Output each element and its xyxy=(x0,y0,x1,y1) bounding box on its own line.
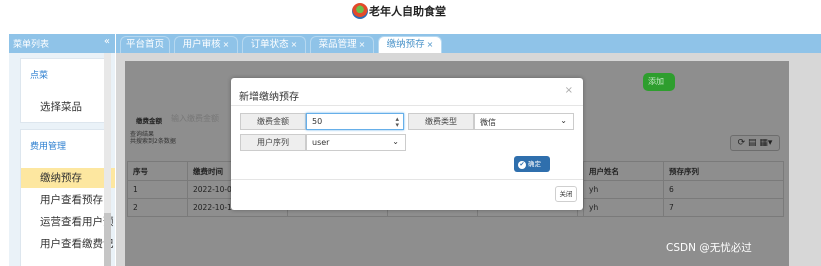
sidebar-item-user-view-payments[interactable]: 用户查看缴费记 xyxy=(21,234,115,254)
confirm-label: 确定 xyxy=(528,160,541,168)
modal-title: 新增缴纳预存 xyxy=(239,92,299,103)
add-deposit-modal: 新增缴纳预存 × 缴费金额 50 ▴ ▾ 缴费类型 微信 ⌄ 用户序列 user … xyxy=(231,78,583,210)
table-cell: yh xyxy=(583,180,664,199)
sidebar-item-ops-view-user-deposit[interactable]: 运营查看用户预 xyxy=(21,212,115,232)
column-header[interactable]: 序号 xyxy=(127,161,188,181)
column-header[interactable]: 预存序列 xyxy=(663,161,784,181)
type-value: 微信 xyxy=(480,118,496,127)
table-cell: 6 xyxy=(663,180,784,199)
tab-home[interactable]: 平台首页 xyxy=(120,36,170,53)
scrollbar-thumb[interactable] xyxy=(104,213,111,266)
table-toolbar[interactable]: ⟳ ▤ ▦▾ xyxy=(730,135,780,151)
check-icon: ✔ xyxy=(518,161,526,169)
confirm-button[interactable]: ✔ 确定 xyxy=(514,156,550,172)
canteen-logo-icon xyxy=(352,3,368,19)
tab-order-status[interactable]: 订单状态 × xyxy=(242,36,306,53)
tab-bar: 平台首页 用户审核 × 订单状态 × 菜品管理 × 缴纳预存 × xyxy=(116,34,821,53)
tab-user-review[interactable]: 用户审核 × xyxy=(174,36,238,53)
chevron-down-icon: ⌄ xyxy=(392,137,399,146)
amount-input[interactable]: 50 ▴ ▾ xyxy=(306,113,404,130)
search-label: 缴费金额 xyxy=(136,117,162,125)
close-icon[interactable]: × xyxy=(223,40,230,49)
column-header[interactable]: 用户姓名 xyxy=(583,161,664,181)
sequence-select[interactable]: user ⌄ xyxy=(306,134,406,151)
sidebar-item-choose-dish[interactable]: 选择菜品 xyxy=(21,97,115,117)
menu-group-title[interactable]: 点菜 xyxy=(30,68,48,81)
table-cell: 7 xyxy=(663,198,784,217)
tab-pay-deposit[interactable]: 缴纳预存 × xyxy=(378,36,442,53)
menu-group-ordering: 点菜 选择菜品 xyxy=(20,58,105,123)
menu-group-fees: 费用管理 缴纳预存 用户查看预存 运营查看用户预 用户查看缴费记 xyxy=(20,129,115,266)
type-label: 缴费类型 xyxy=(408,113,474,130)
spinner-icon[interactable]: ▴ ▾ xyxy=(395,116,399,129)
watermark: CSDN @无忧必过 xyxy=(666,242,752,254)
chevron-down-icon: ⌄ xyxy=(560,116,567,125)
sidebar: 点菜 选择菜品 费用管理 缴纳预存 用户查看预存 运营查看用户预 用户查看缴费记 xyxy=(9,53,115,266)
collapse-sidebar-button[interactable]: « xyxy=(104,36,110,47)
table-cell: 1 xyxy=(127,180,188,199)
close-icon[interactable]: × xyxy=(359,40,366,49)
table-cell: yh xyxy=(583,198,664,217)
amount-value: 50 xyxy=(312,117,323,126)
sidebar-header: 菜单列表 « xyxy=(9,34,115,53)
sidebar-item-pay-deposit[interactable]: 缴纳预存 xyxy=(21,168,115,188)
sequence-label: 用户序列 xyxy=(240,134,306,151)
menu-group-title[interactable]: 费用管理 xyxy=(30,139,66,152)
add-button[interactable]: 添加 xyxy=(643,73,675,91)
query-info: 查询结果 共搜索到2条数据 xyxy=(130,131,176,145)
modal-divider xyxy=(231,105,583,106)
type-select[interactable]: 微信 ⌄ xyxy=(474,113,574,130)
user-area[interactable] xyxy=(598,0,693,6)
add-button-label: 添加 xyxy=(648,77,664,86)
app-header: 老年人自助食堂 xyxy=(0,0,821,34)
sequence-value: user xyxy=(312,138,330,147)
close-icon[interactable]: × xyxy=(291,40,298,49)
close-button[interactable]: 关闭 xyxy=(555,186,577,202)
amount-label: 缴费金额 xyxy=(240,113,306,130)
close-icon[interactable]: × xyxy=(565,85,573,96)
app-title: 老年人自助食堂 xyxy=(369,5,446,18)
table-cell: 2 xyxy=(127,198,188,217)
close-icon[interactable]: × xyxy=(427,40,434,49)
tab-dish-management[interactable]: 菜品管理 × xyxy=(310,36,374,53)
sidebar-title: 菜单列表 xyxy=(13,40,50,50)
sidebar-item-user-view-deposit[interactable]: 用户查看预存 xyxy=(21,190,115,210)
modal-divider xyxy=(231,179,583,180)
sidebar-scrollbar[interactable] xyxy=(104,53,111,266)
